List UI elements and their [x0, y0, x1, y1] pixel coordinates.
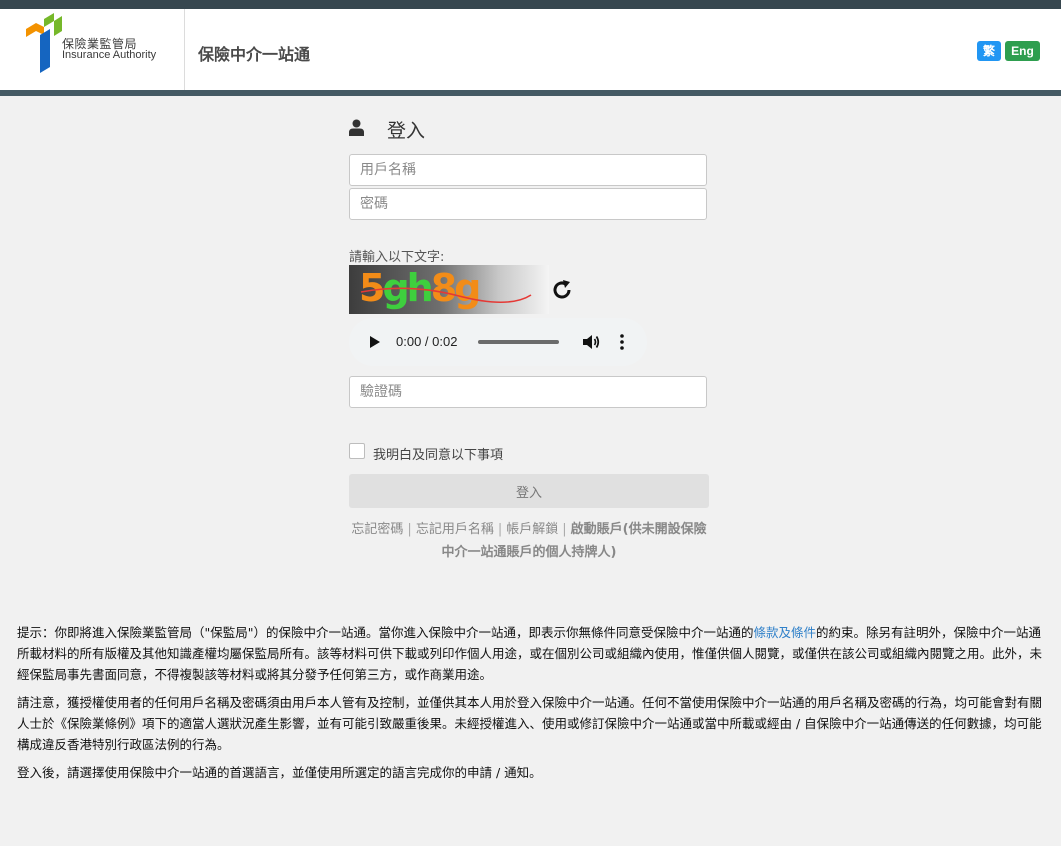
link-separator: | [407, 522, 412, 537]
insurance-authority-logo-icon [26, 13, 62, 73]
notice-paragraph-3: 登入後，請選擇使用保險中介一站通的首選語言，並僅使用所選定的語言完成你的申請 /… [17, 765, 542, 780]
password-input[interactable] [349, 188, 707, 220]
header: 保險業監管局 Insurance Authority 保險中介一站通 繁 Eng [0, 9, 1061, 90]
captcha-glyph: 8 [431, 266, 456, 310]
unlock-account-link[interactable]: 帳戶解鎖 [506, 522, 558, 537]
audio-seek-bar[interactable] [478, 340, 559, 344]
play-icon[interactable] [369, 335, 381, 349]
refresh-icon[interactable] [551, 279, 573, 301]
forgot-password-link[interactable]: 忘記密碼 [351, 522, 403, 537]
more-options-icon[interactable] [619, 333, 625, 351]
audio-time: 0:00 / 0:02 [396, 334, 458, 349]
username-input[interactable] [349, 154, 707, 186]
header-bottom-bar [0, 90, 1061, 96]
captcha-glyph: 5 [359, 266, 383, 310]
top-strip [0, 0, 1061, 9]
terms-and-conditions-link[interactable]: 條款及條件 [754, 625, 817, 640]
captcha-input[interactable] [349, 376, 707, 408]
agree-label: 我明白及同意以下事項 [373, 448, 504, 463]
notice: 提示：你即將進入保險業監管局（"保監局"）的保險中介一站通。當你進入保險中介一站… [17, 622, 1042, 790]
site-title: 保險中介一站通 [198, 45, 311, 64]
forgot-username-link[interactable]: 忘記用戶名稱 [416, 522, 494, 537]
link-separator: | [497, 522, 503, 537]
user-icon [349, 119, 364, 136]
language-en-button[interactable]: Eng [1005, 41, 1040, 61]
language-zh-button[interactable]: 繁 [977, 41, 1001, 61]
account-links: 忘記密碼 | 忘記用戶名稱 | 帳戶解鎖 | 啟動賬戶(供未開設保險中介一站通賬戶的個人持牌… [349, 518, 709, 564]
captcha-audio-player: 0:00 / 0:02 [349, 318, 647, 366]
agree-checkbox[interactable] [349, 443, 365, 459]
volume-icon[interactable] [582, 333, 600, 351]
notice-text: 提示：你即將進入保險業監管局（"保監局"）的保險中介一站通。當你進入保險中介一站… [17, 625, 754, 640]
captcha-image: 5gh8g [349, 265, 549, 314]
logo-text-en: Insurance Authority [62, 49, 157, 61]
notice-paragraph-1: 提示：你即將進入保險業監管局（"保監局"）的保險中介一站通。當你進入保險中介一站… [17, 622, 1042, 685]
notice-paragraph-2: 請注意，獲授權使用者的任何用戶名稱及密碼須由用戶本人管有及控制，並僅供其本人用於… [17, 695, 1043, 752]
captcha-label: 請輸入以下文字: [349, 250, 445, 265]
logo[interactable]: 保險業監管局 Insurance Authority [0, 9, 185, 90]
login-button[interactable]: 登入 [349, 474, 709, 508]
link-separator: | [562, 522, 567, 537]
captcha-text: 5gh8g [359, 266, 479, 310]
login-title: 登入 [387, 120, 426, 142]
captcha-glyph: g [454, 266, 479, 310]
